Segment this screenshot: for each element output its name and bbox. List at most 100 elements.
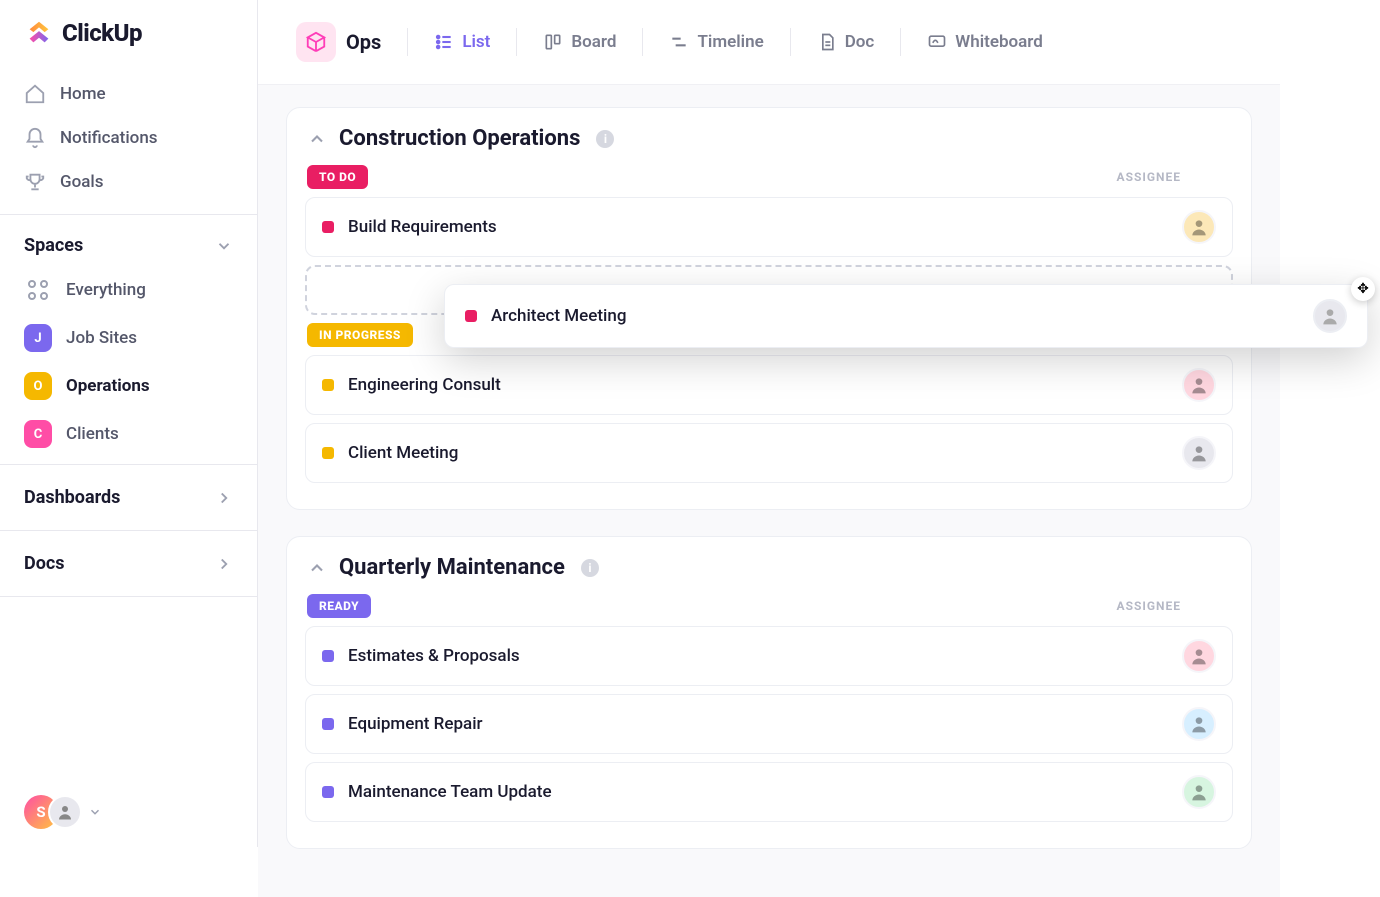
doc-icon	[817, 32, 837, 52]
view-label: Whiteboard	[955, 32, 1043, 52]
section-title: Spaces	[24, 235, 83, 256]
view-label: Board	[571, 32, 616, 52]
section-title: Docs	[24, 553, 64, 574]
assignee-avatar[interactable]	[1182, 707, 1216, 741]
space-label: Clients	[66, 424, 119, 444]
panel-title: Construction Operations	[339, 126, 580, 151]
status-square	[465, 310, 477, 322]
status-pill[interactable]: IN PROGRESS	[307, 323, 413, 347]
task-row[interactable]: Estimates & Proposals	[305, 626, 1233, 686]
nav-label: Goals	[60, 172, 103, 192]
space-job-sites[interactable]: J Job Sites	[0, 314, 257, 362]
divider	[900, 28, 901, 56]
section-title: Dashboards	[24, 487, 120, 508]
info-icon[interactable]: i	[581, 559, 599, 577]
view-board[interactable]: Board	[533, 24, 626, 60]
divider	[0, 464, 257, 465]
status-pill[interactable]: TO DO	[307, 165, 368, 189]
status-pill[interactable]: READY	[307, 594, 371, 618]
status-square	[322, 650, 334, 662]
bell-icon	[24, 127, 46, 149]
content-area: Construction Operations i TO DO ASSIGNEE…	[258, 85, 1280, 897]
status-square	[322, 447, 334, 459]
list-icon	[434, 32, 454, 52]
view-list[interactable]: List	[424, 24, 500, 60]
view-whiteboard[interactable]: Whiteboard	[917, 24, 1053, 60]
chevron-down-icon	[215, 237, 233, 255]
collapse-icon[interactable]	[307, 129, 327, 149]
nav-goals[interactable]: Goals	[0, 160, 257, 204]
task-row[interactable]: Client Meeting	[305, 423, 1233, 483]
task-row[interactable]: Build Requirements	[305, 197, 1233, 257]
space-everything[interactable]: Everything	[0, 266, 257, 314]
space-badge: C	[24, 420, 52, 448]
divider	[0, 530, 257, 531]
brand-logo[interactable]: ClickUp	[0, 18, 257, 68]
cube-icon	[296, 22, 336, 62]
current-space-chip[interactable]: Ops	[286, 16, 391, 68]
divider	[642, 28, 643, 56]
space-operations[interactable]: O Operations	[0, 362, 257, 410]
status-square	[322, 221, 334, 233]
task-title: Estimates & Proposals	[348, 646, 520, 666]
nav-notifications[interactable]: Notifications	[0, 116, 257, 160]
column-header-assignee: ASSIGNEE	[1117, 599, 1182, 613]
space-clients[interactable]: C Clients	[0, 410, 257, 458]
task-title: Engineering Consult	[348, 375, 501, 395]
assignee-avatar[interactable]	[1182, 210, 1216, 244]
sidebar: ClickUp Home Notifications Goals Spaces …	[0, 0, 258, 847]
divider	[516, 28, 517, 56]
task-title: Maintenance Team Update	[348, 782, 552, 802]
team-avatar	[48, 795, 82, 829]
dragging-task[interactable]: Architect Meeting ✥	[444, 284, 1368, 348]
view-label: Timeline	[697, 32, 763, 52]
trophy-icon	[24, 171, 46, 193]
topbar: Ops List Board Timeline Doc	[258, 0, 1280, 85]
assignee-avatar[interactable]	[1182, 436, 1216, 470]
spaces-header[interactable]: Spaces	[0, 221, 257, 266]
divider	[790, 28, 791, 56]
grid-icon	[24, 276, 52, 304]
brand-name: ClickUp	[62, 19, 142, 47]
space-label: Operations	[66, 376, 150, 396]
divider	[0, 596, 257, 597]
chevron-right-icon	[215, 555, 233, 573]
view-doc[interactable]: Doc	[807, 24, 885, 60]
task-title: Architect Meeting	[491, 306, 626, 326]
space-title: Ops	[346, 30, 381, 54]
task-row[interactable]: Engineering Consult	[305, 355, 1233, 415]
task-row[interactable]: Equipment Repair	[305, 694, 1233, 754]
clickup-logo-icon	[24, 18, 54, 48]
task-row[interactable]: Maintenance Team Update	[305, 762, 1233, 822]
assignee-avatar[interactable]	[1182, 368, 1216, 402]
view-timeline[interactable]: Timeline	[659, 24, 773, 60]
chevron-down-icon	[88, 805, 102, 819]
task-title: Build Requirements	[348, 217, 497, 237]
chevron-right-icon	[215, 489, 233, 507]
status-square	[322, 379, 334, 391]
nav-home[interactable]: Home	[0, 72, 257, 116]
assignee-avatar[interactable]	[1182, 775, 1216, 809]
assignee-avatar[interactable]	[1182, 639, 1216, 673]
space-label: Everything	[66, 280, 146, 300]
user-menu[interactable]: S	[0, 777, 257, 847]
collapse-icon[interactable]	[307, 558, 327, 578]
board-icon	[543, 32, 563, 52]
nav-docs[interactable]: Docs	[0, 537, 257, 590]
assignee-avatar[interactable]	[1313, 299, 1347, 333]
task-panel: Quarterly Maintenance i READY ASSIGNEE E…	[286, 536, 1252, 849]
main-area: Ops List Board Timeline Doc	[258, 0, 1280, 847]
primary-nav: Home Notifications Goals	[0, 68, 257, 208]
info-icon[interactable]: i	[596, 130, 614, 148]
nav-label: Home	[60, 84, 106, 104]
view-label: List	[462, 32, 490, 52]
task-title: Equipment Repair	[348, 714, 483, 734]
status-square	[322, 786, 334, 798]
whiteboard-icon	[927, 32, 947, 52]
move-cursor-icon: ✥	[1351, 277, 1375, 301]
nav-label: Notifications	[60, 128, 158, 148]
view-label: Doc	[845, 32, 875, 52]
status-square	[322, 718, 334, 730]
nav-dashboards[interactable]: Dashboards	[0, 471, 257, 524]
column-header-assignee: ASSIGNEE	[1117, 170, 1182, 184]
